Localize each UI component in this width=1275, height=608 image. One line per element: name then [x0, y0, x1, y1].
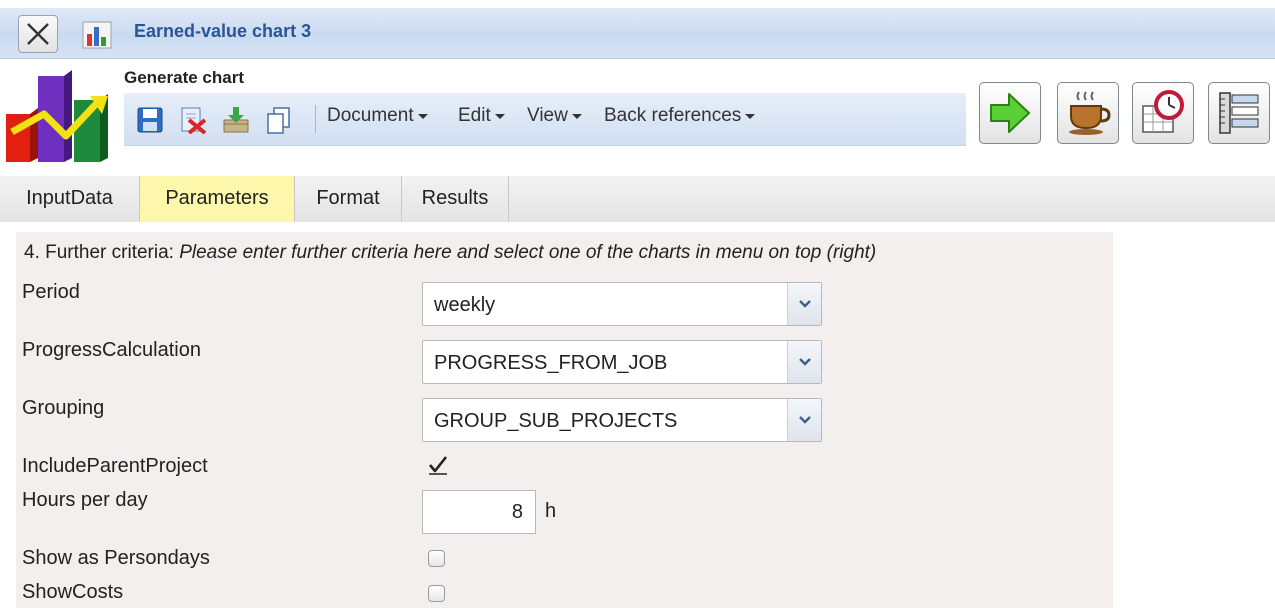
window-title: Earned-value chart 3: [134, 21, 312, 41]
schedule-button[interactable]: [1132, 82, 1194, 144]
hours-unit: h: [545, 500, 557, 522]
chevron-down-icon: [798, 300, 811, 308]
calendar-clock-icon: [1142, 90, 1184, 133]
menu-edit-label: Edit: [458, 105, 491, 126]
progress-select[interactable]: PROGRESS_FROM_JOB: [422, 340, 822, 384]
criteria-panel: 4. Further criteria: Please enter furthe…: [16, 232, 1113, 608]
save-icon[interactable]: [136, 106, 164, 134]
close-icon: [27, 23, 49, 45]
copy-icon[interactable]: [264, 106, 292, 134]
tab-parameters-label: Parameters: [165, 187, 269, 209]
bar-chart-icon: [82, 21, 112, 49]
arrow-right-icon: [990, 93, 1030, 133]
toolbar: Document Edit View Back references: [124, 93, 966, 146]
tab-results[interactable]: Results: [402, 176, 509, 222]
run-chart-button[interactable]: [979, 82, 1041, 144]
page-title: Generate chart: [124, 68, 244, 87]
menu-document[interactable]: Document: [327, 105, 428, 127]
close-button[interactable]: [18, 15, 58, 53]
persondays-checkbox[interactable]: [428, 550, 445, 567]
chevron-down-icon: [798, 358, 811, 366]
coffee-cup-icon: [1069, 91, 1111, 135]
include-parent-checkbox[interactable]: [427, 454, 449, 476]
delete-icon[interactable]: [179, 106, 207, 134]
progress-dropdown-button[interactable]: [787, 341, 821, 383]
period-dropdown-button[interactable]: [787, 283, 821, 325]
menu-back-references-label: Back references: [604, 105, 742, 126]
progress-label: ProgressCalculation: [22, 339, 201, 361]
import-icon[interactable]: [222, 106, 250, 134]
period-value: weekly: [434, 294, 496, 316]
chevron-down-icon: [571, 113, 582, 119]
grouping-label: Grouping: [22, 397, 105, 419]
tab-bar: InputData Parameters Format Results: [0, 176, 1275, 222]
include-parent-label: IncludeParentProject: [22, 455, 208, 477]
chevron-down-icon: [494, 113, 505, 119]
menu-back-references[interactable]: Back references: [604, 105, 756, 127]
ruler-list-icon: [1219, 92, 1259, 134]
costs-checkbox[interactable]: [428, 585, 445, 602]
grouping-value: GROUP_SUB_PROJECTS: [434, 410, 678, 432]
chart-logo-icon: [4, 70, 124, 162]
grouping-dropdown-button[interactable]: [787, 399, 821, 441]
criteria-hint: Please enter further criteria here and s…: [179, 242, 877, 263]
toolbar-separator: [315, 105, 316, 133]
costs-label: ShowCosts: [22, 581, 124, 603]
tab-inputdata[interactable]: InputData: [0, 176, 140, 222]
tab-parameters[interactable]: Parameters: [140, 176, 295, 222]
grouping-select[interactable]: GROUP_SUB_PROJECTS: [422, 398, 822, 442]
hours-input[interactable]: 8: [422, 490, 536, 534]
tab-inputdata-label: InputData: [26, 187, 113, 209]
period-label: Period: [22, 281, 80, 303]
coffee-button[interactable]: [1057, 82, 1119, 144]
progress-value: PROGRESS_FROM_JOB: [434, 352, 668, 374]
menu-document-label: Document: [327, 105, 414, 126]
report-layout-button[interactable]: [1208, 82, 1270, 144]
tab-format-label: Format: [316, 187, 380, 209]
hours-label: Hours per day: [22, 489, 148, 511]
window-title-bar: Earned-value chart 3: [0, 8, 1275, 59]
criteria-heading: 4. Further criteria: Please enter furthe…: [24, 242, 876, 264]
tab-results-label: Results: [421, 187, 489, 209]
menu-edit[interactable]: Edit: [458, 105, 505, 127]
menu-view-label: View: [527, 105, 568, 126]
persondays-label: Show as Persondays: [22, 547, 210, 569]
chevron-down-icon: [745, 113, 756, 119]
chevron-down-icon: [417, 113, 428, 119]
criteria-prefix: 4. Further criteria:: [24, 242, 180, 263]
menu-view[interactable]: View: [527, 105, 582, 127]
period-select[interactable]: weekly: [422, 282, 822, 326]
chevron-down-icon: [798, 416, 811, 424]
tab-format[interactable]: Format: [295, 176, 402, 222]
